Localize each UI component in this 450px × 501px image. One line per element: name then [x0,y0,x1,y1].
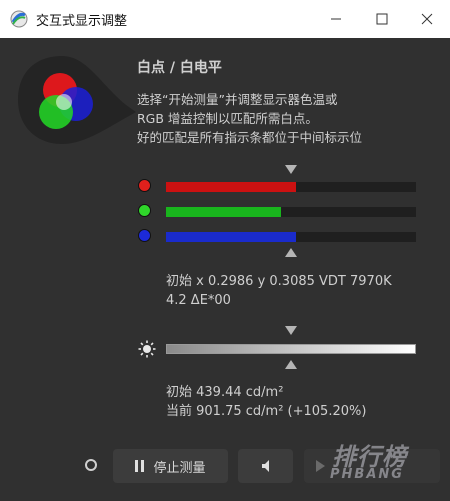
luminance-target-marker [285,360,297,369]
minimize-icon [331,18,341,20]
luminance-initial: 初始 439.44 cd/m² [166,385,284,400]
watermark-en: PHBANG [330,467,404,482]
luminance-current: 当前 901.75 cd/m² (+105.20%) [166,404,367,419]
instructions-line: RGB 增益控制以匹配所需白点。 [137,111,318,126]
stop-measurement-button[interactable]: 停止测量 [113,449,228,483]
app-icon [10,10,28,28]
blue-gain-bar [166,232,416,242]
status-indicator-icon [85,459,97,471]
whitepoint-readout: 初始 x 0.2986 y 0.3085 VDT 7970K 4.2 ΔE*00 [166,272,392,310]
green-gain-bar [166,207,416,217]
close-button[interactable] [404,0,450,38]
sun-icon [138,340,156,358]
section-heading: 白点 / 白电平 [137,60,222,76]
pause-icon [135,460,145,472]
maximize-icon [376,13,388,25]
watermark-logo: 排行榜 PHBANG [318,437,438,489]
blue-gain-fill [166,232,296,242]
speaker-icon [261,460,269,472]
red-gain-fill [166,182,296,192]
blue-dot-icon [138,229,151,242]
window-title: 交互式显示调整 [36,14,128,29]
green-gain-fill [166,207,281,217]
title-bar: 交互式显示调整 [0,0,450,38]
minimize-button[interactable] [313,0,359,38]
red-dot-icon [138,179,151,192]
rgb-circles-icon [18,56,136,144]
delta-e-value: 4.2 ΔE*00 [166,293,231,308]
luminance-target-marker [285,326,297,335]
luminance-readout: 初始 439.44 cd/m² 当前 901.75 cd/m² (+105.20… [166,383,366,421]
whitepoint-initial: 初始 x 0.2986 y 0.3085 VDT 7970K [166,274,392,289]
green-dot-icon [138,204,151,217]
rgb-target-marker [285,248,297,257]
sound-button[interactable] [238,449,293,483]
rgb-target-marker [285,165,297,174]
luminance-bar [166,344,416,354]
stop-measurement-label: 停止测量 [153,460,206,476]
instructions-line: 好的匹配是所有指示条都位于中间标示位 [137,130,363,145]
red-gain-bar [166,182,416,192]
maximize-button[interactable] [359,0,405,38]
instructions-line: 选择“开始测量”并调整显示器色温或 [137,92,338,107]
close-icon [421,13,433,25]
instructions-text: 选择“开始测量”并调整显示器色温或 RGB 增益控制以匹配所需白点。 好的匹配是… [137,90,437,147]
